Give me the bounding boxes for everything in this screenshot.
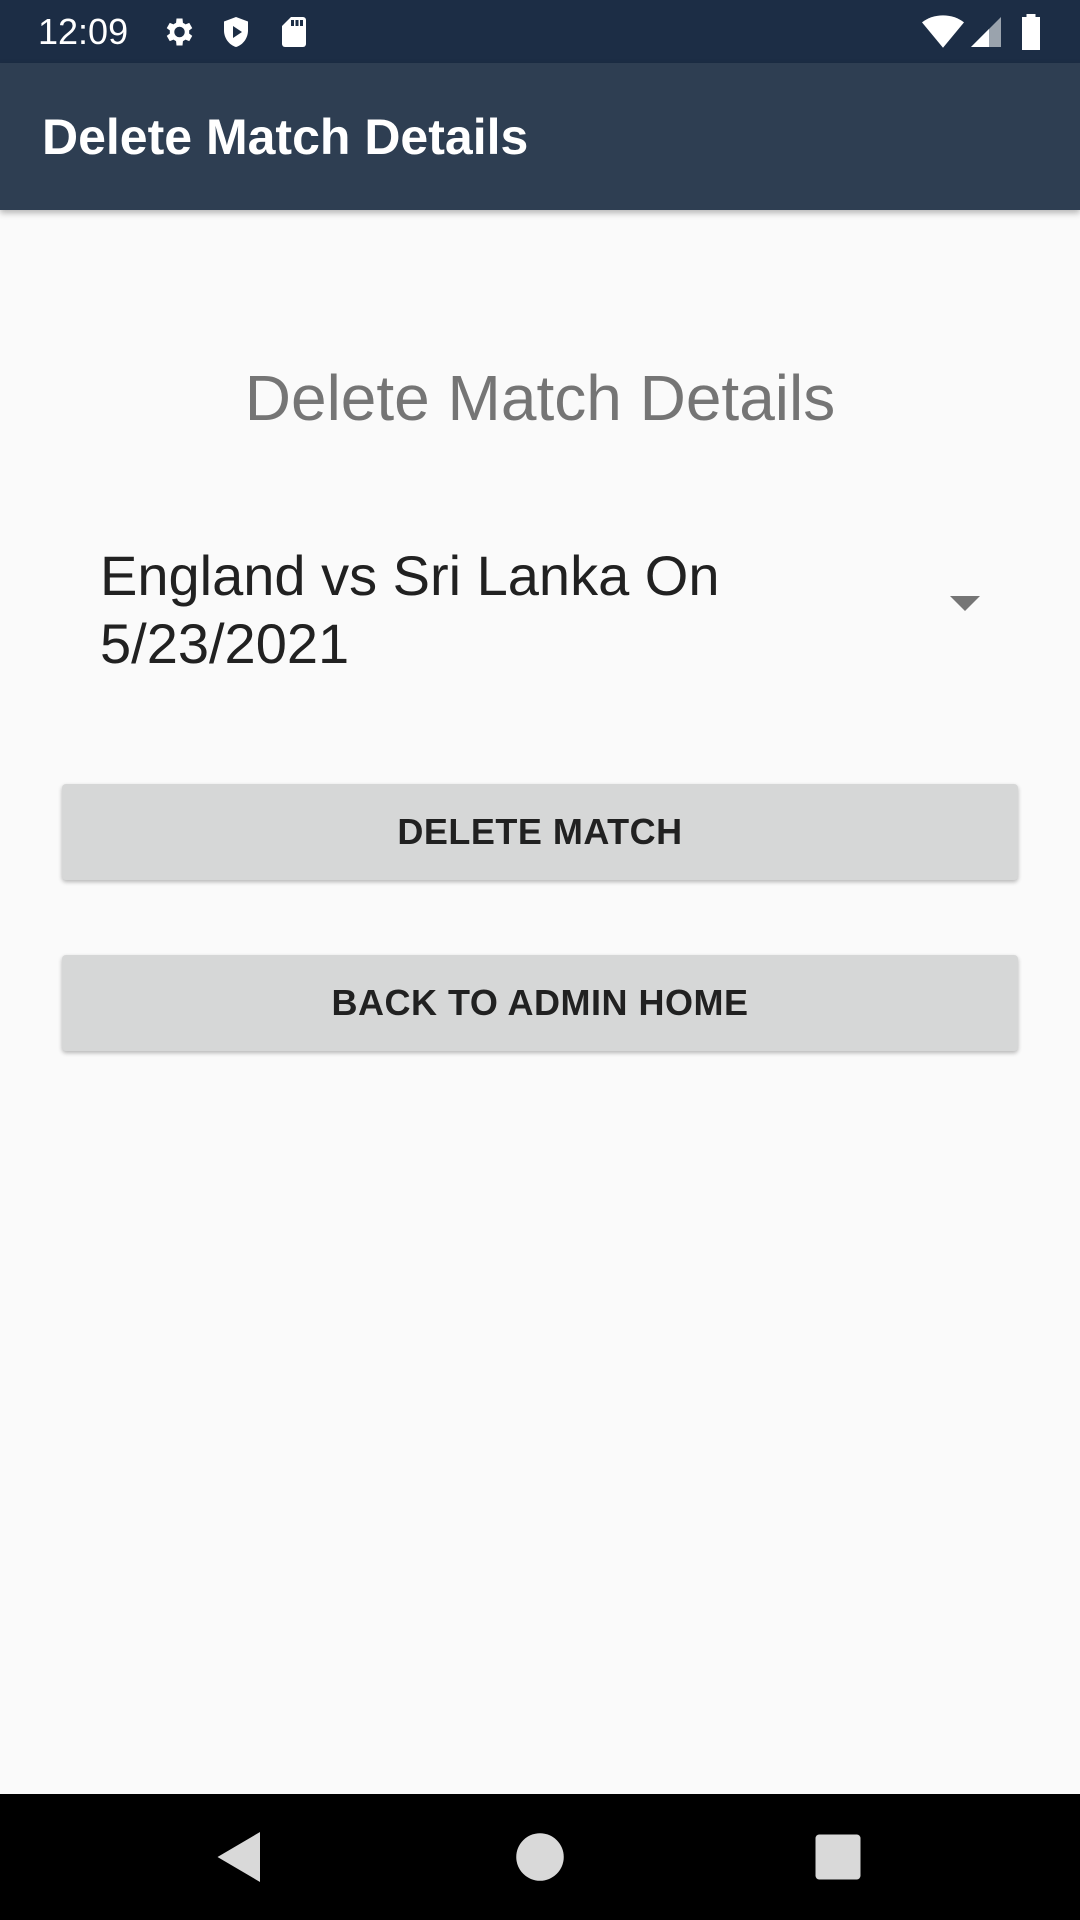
home-icon[interactable] [510, 1827, 570, 1887]
match-spinner-selected: England vs Sri Lanka On 5/23/2021 [100, 544, 720, 675]
match-spinner[interactable]: England vs Sri Lanka On 5/23/2021 [62, 530, 1018, 680]
delete-match-button[interactable]: DELETE MATCH [62, 784, 1018, 880]
sd-card-icon [276, 14, 312, 50]
wifi-icon [922, 14, 964, 50]
back-icon[interactable] [210, 1827, 270, 1887]
status-time: 12:09 [38, 11, 129, 52]
status-bar: 12:09 [0, 0, 1080, 63]
page-heading: Delete Match Details [244, 362, 836, 434]
app-bar: Delete Match Details [0, 63, 1080, 210]
back-to-admin-home-button[interactable]: BACK TO ADMIN HOME [62, 955, 1018, 1051]
cell-signal-icon [968, 14, 1004, 50]
shield-icon [218, 14, 254, 50]
dropdown-arrow-icon [950, 596, 980, 611]
recents-icon[interactable] [808, 1827, 868, 1887]
gear-icon [160, 14, 196, 50]
battery-icon [1016, 14, 1046, 50]
screen: 12:09 Delete Match Details Delete Match … [0, 0, 1080, 1920]
navigation-bar [0, 1794, 1080, 1920]
app-bar-title: Delete Match Details [42, 109, 529, 165]
